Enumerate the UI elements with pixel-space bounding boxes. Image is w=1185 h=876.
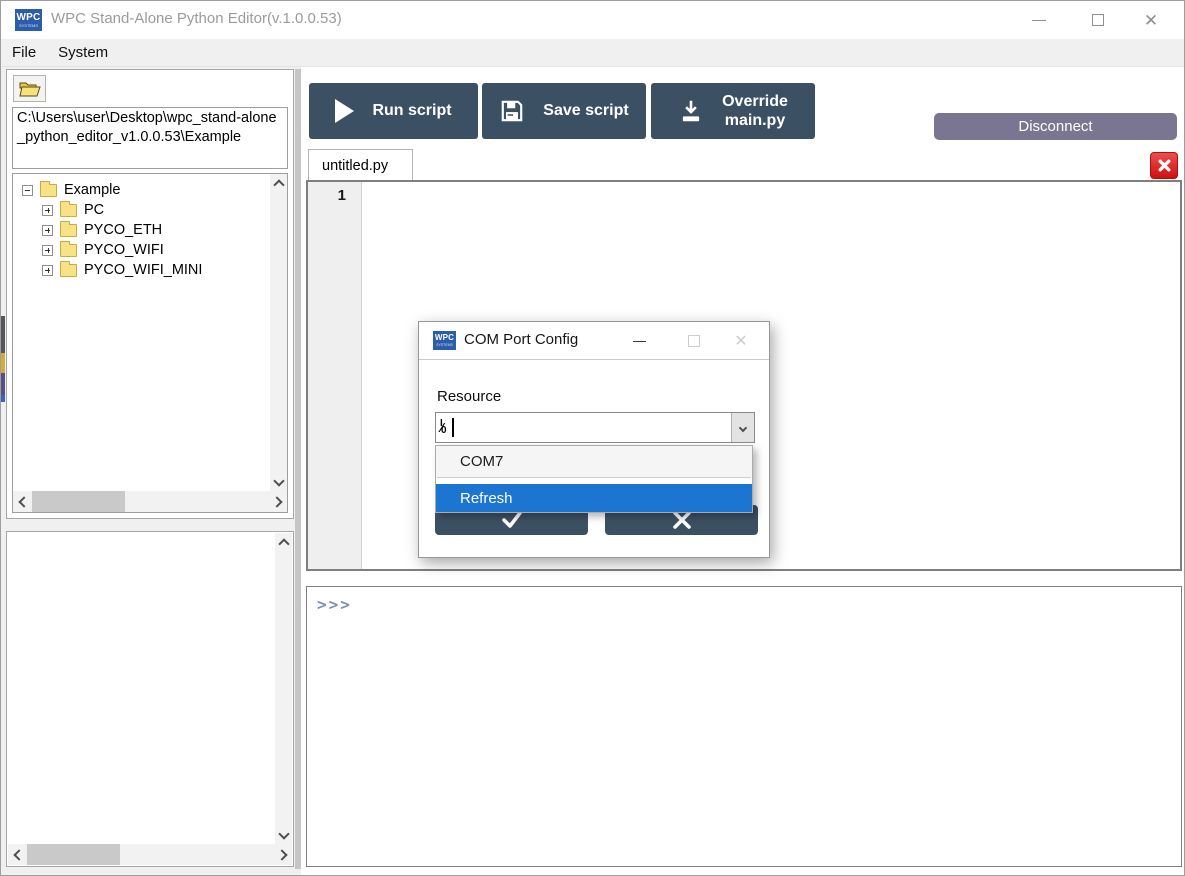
folder-icon (60, 244, 77, 257)
folder-icon (60, 224, 77, 237)
tab-untitled-py[interactable]: untitled.py (308, 149, 413, 181)
background-app-sliver (1, 316, 5, 353)
background-app-sliver (1, 395, 5, 402)
dropdown-item-refresh[interactable]: Refresh (436, 484, 752, 512)
app-logo-subtext: SYSTEMS (19, 23, 38, 28)
io-glyph: I ⁄ 0 (440, 420, 447, 435)
override-main-button[interactable]: Override main.py (651, 83, 815, 139)
maximize-button[interactable] (1075, 1, 1121, 39)
line-number-gutter: 1 (308, 182, 362, 569)
close-button[interactable]: ✕ (1128, 1, 1174, 39)
dialog-title: COM Port Config (464, 331, 578, 348)
tree-item-label: Example (64, 182, 120, 198)
scroll-down-icon[interactable] (275, 825, 292, 842)
menu-system[interactable]: System (47, 40, 119, 65)
scroll-up-icon[interactable] (270, 176, 287, 193)
menu-file[interactable]: File (1, 40, 47, 65)
scroll-right-icon[interactable] (273, 846, 290, 863)
save-script-label: Save script (543, 102, 628, 120)
file-explorer-panel: C:\Users\user\Desktop\wpc_stand-alone_py… (6, 69, 294, 519)
resource-dropdown-list: COM7 Refresh (435, 445, 753, 513)
app-logo-text: WPC (17, 13, 41, 23)
run-script-label: Run script (372, 102, 451, 120)
file-tree: Example PC PYCO_ETH PYCO_WIFI (12, 173, 288, 513)
run-script-button[interactable]: Run script (309, 83, 478, 139)
tree-horizontal-scrollbar[interactable] (13, 491, 287, 512)
collapse-icon[interactable] (22, 185, 33, 196)
workspace-path-field[interactable]: C:\Users\user\Desktop\wpc_stand-alone_py… (12, 107, 288, 169)
dropdown-item-com7[interactable]: COM7 (436, 446, 752, 477)
dialog-logo-icon: WPC SYSTEMS (433, 331, 456, 350)
scroll-down-icon[interactable] (270, 472, 287, 489)
chevron-down-icon (739, 423, 747, 431)
folder-icon (60, 204, 77, 217)
dialog-close-button: ✕ (721, 322, 761, 360)
override-main-label: Override main.py (722, 92, 788, 130)
panel-horizontal-scrollbar[interactable] (8, 844, 292, 865)
resource-combobox[interactable]: I ⁄ 0 (435, 412, 755, 443)
play-icon (335, 99, 354, 123)
tree-item-label: PYCO_WIFI (84, 242, 164, 258)
background-app-sliver (1, 373, 5, 395)
folder-icon (60, 264, 77, 277)
tree-item-pyco-wifi-mini[interactable]: PYCO_WIFI_MINI (13, 260, 287, 280)
maximize-icon (688, 335, 700, 347)
console-panel[interactable]: >>> (306, 586, 1182, 867)
app-logo-icon: WPC SYSTEMS (15, 9, 42, 31)
open-folder-icon (19, 80, 41, 97)
lower-left-panel (6, 531, 294, 867)
dialog-minimize-button[interactable] (619, 322, 659, 360)
scrollbar-thumb[interactable] (32, 491, 125, 512)
open-folder-button[interactable] (13, 75, 46, 102)
text-cursor (452, 418, 454, 437)
scroll-left-icon[interactable] (10, 846, 27, 863)
com-port-config-dialog: WPC SYSTEMS COM Port Config ✕ Resource I… (418, 321, 770, 558)
resource-label: Resource (437, 388, 501, 405)
title-bar: WPC SYSTEMS WPC Stand-Alone Python Edito… (1, 1, 1184, 39)
tree-item-label: PYCO_ETH (84, 222, 162, 238)
tree-item-pyco-eth[interactable]: PYCO_ETH (13, 220, 287, 240)
tree-item-label: PC (84, 202, 104, 218)
menu-bar: File System (1, 39, 1184, 67)
close-tab-button[interactable] (1150, 152, 1178, 179)
expand-icon[interactable] (42, 245, 53, 256)
background-app-sliver (1, 353, 5, 373)
console-prompt: >>> (307, 587, 1181, 614)
scrollbar-thumb[interactable] (27, 844, 120, 865)
app-window: WPC SYSTEMS WPC Stand-Alone Python Edito… (0, 0, 1185, 876)
save-icon (499, 98, 525, 124)
expand-icon[interactable] (42, 265, 53, 276)
combobox-value[interactable]: I ⁄ 0 (436, 418, 731, 437)
panel-vertical-scrollbar[interactable] (275, 533, 292, 844)
minimize-icon (633, 341, 646, 342)
tree-item-pyco-wifi[interactable]: PYCO_WIFI (13, 240, 287, 260)
save-script-button[interactable]: Save script (482, 83, 646, 139)
minimize-icon (1032, 20, 1046, 21)
tree-item-pc[interactable]: PC (13, 200, 287, 220)
close-icon: ✕ (734, 331, 747, 351)
dialog-maximize-button (674, 322, 714, 360)
folder-icon (40, 184, 57, 197)
dialog-title-bar[interactable]: WPC SYSTEMS COM Port Config ✕ (419, 322, 769, 360)
close-tab-icon (1158, 159, 1171, 172)
tree-item-label: PYCO_WIFI_MINI (84, 262, 202, 278)
minimize-button[interactable] (1016, 1, 1062, 39)
scroll-up-icon[interactable] (275, 535, 292, 552)
tree-vertical-scrollbar[interactable] (270, 174, 287, 491)
disconnect-button[interactable]: Disconnect (934, 113, 1177, 140)
download-icon (678, 98, 704, 124)
tree-item-example[interactable]: Example (13, 180, 287, 200)
combobox-dropdown-button[interactable] (731, 413, 754, 442)
maximize-icon (1092, 14, 1104, 26)
window-title: WPC Stand-Alone Python Editor(v.1.0.0.53… (51, 10, 342, 27)
close-icon: ✕ (1144, 12, 1158, 29)
expand-icon[interactable] (42, 205, 53, 216)
scroll-left-icon[interactable] (15, 493, 32, 510)
scroll-right-icon[interactable] (268, 493, 285, 510)
panel-splitter[interactable] (295, 69, 301, 869)
expand-icon[interactable] (42, 225, 53, 236)
line-number: 1 (308, 187, 346, 204)
